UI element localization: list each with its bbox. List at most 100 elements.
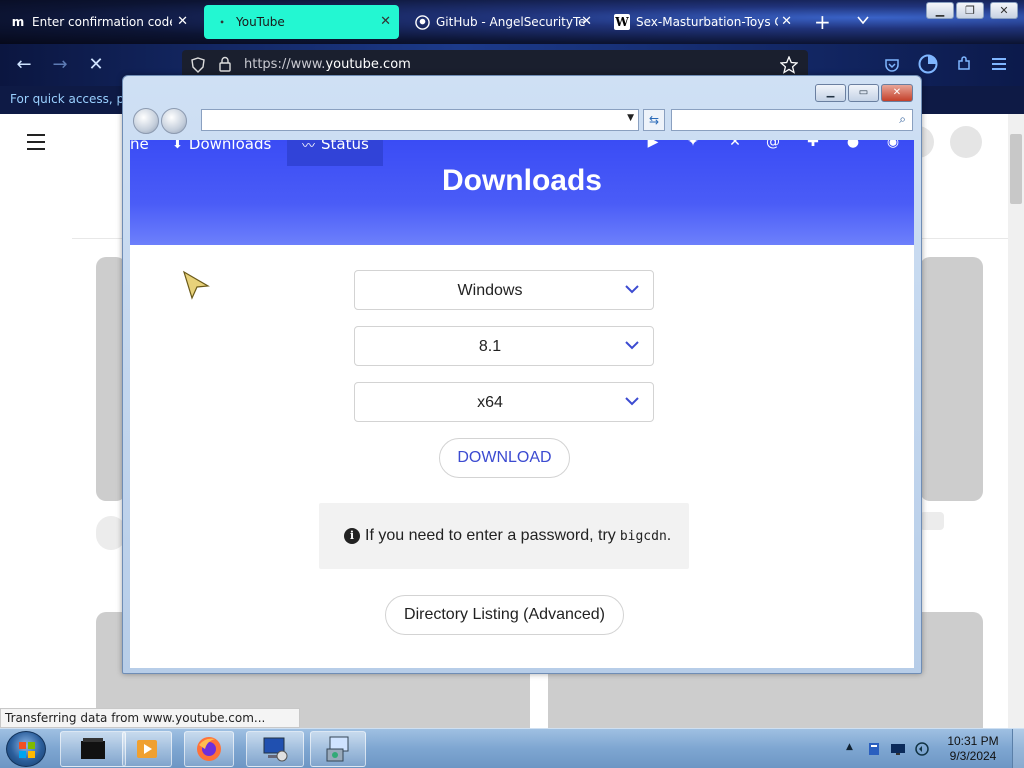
download-icon: ⬇ bbox=[172, 140, 183, 152]
avatar[interactable] bbox=[950, 126, 982, 158]
stop-loading-icon[interactable]: ✕ bbox=[85, 54, 107, 75]
wikipedia-icon: W bbox=[614, 14, 630, 30]
close-tab-icon[interactable]: ✕ bbox=[177, 14, 188, 29]
github-icon bbox=[414, 14, 430, 30]
directory-listing-button[interactable]: Directory Listing (Advanced) bbox=[385, 595, 624, 635]
version-select[interactable]: 8.1 bbox=[354, 326, 654, 366]
taskbar-installer[interactable] bbox=[310, 731, 366, 767]
popup-close-button[interactable]: ✕ bbox=[881, 84, 913, 102]
twitter-icon[interactable]: ✦ bbox=[684, 140, 702, 150]
downloads-header: ne ⬇ Downloads 〰 Status ▶ ✦ ✕ @ ✚ ● ◉ Do… bbox=[130, 140, 914, 245]
taskbar-media-player[interactable] bbox=[122, 731, 172, 767]
popup-window: ▁ ▭ ✕ ▼ ⇆ ⌕ ne ⬇ Downloads 〰 Status ▶ ✦ … bbox=[122, 75, 922, 674]
mastodon-icon[interactable]: ● bbox=[844, 140, 862, 150]
note-password: bigcdn bbox=[619, 528, 667, 544]
windows-logo-icon bbox=[19, 742, 35, 758]
network-monitor-icon bbox=[263, 737, 288, 762]
pocket-icon[interactable] bbox=[884, 57, 900, 73]
taskbar-network[interactable] bbox=[246, 731, 304, 767]
download-button[interactable]: DOWNLOAD bbox=[439, 438, 570, 478]
back-icon[interactable]: ← bbox=[13, 54, 35, 75]
menu-icon[interactable] bbox=[992, 57, 1008, 71]
m-logo-icon: m bbox=[11, 15, 25, 29]
url-text[interactable]: https://www.youtube.com bbox=[244, 57, 411, 72]
installer-icon bbox=[326, 736, 349, 762]
system-clock[interactable]: 10:31 PM 9/3/2024 bbox=[938, 734, 1008, 764]
search-icon[interactable]: ⌕ bbox=[899, 112, 906, 127]
page-scrollbar[interactable] bbox=[1008, 114, 1024, 728]
tab-wikipedia[interactable]: W Sex-Masturbation-Toys Co ✕ bbox=[604, 5, 800, 39]
note-end: . bbox=[666, 527, 672, 544]
popup-minimize-button[interactable]: ▁ bbox=[815, 84, 846, 102]
video-thumbnail-placeholder[interactable] bbox=[920, 257, 983, 501]
show-hidden-icons[interactable]: ▲ bbox=[846, 742, 853, 752]
version-select-value: 8.1 bbox=[478, 338, 502, 355]
tab-bar: m Enter confirmation code | M ✕ • YouTub… bbox=[0, 0, 1024, 44]
tab-confirmation[interactable]: m Enter confirmation code | M ✕ bbox=[0, 5, 196, 39]
list-tabs-icon[interactable] bbox=[856, 13, 870, 27]
popup-maximize-button[interactable]: ▭ bbox=[848, 84, 879, 102]
forward-globe-icon[interactable] bbox=[161, 108, 187, 134]
display-icon[interactable] bbox=[890, 741, 906, 757]
chevron-down-icon bbox=[625, 285, 639, 294]
discord-icon[interactable]: ◉ bbox=[884, 140, 902, 150]
puzzle-icon[interactable]: ✚ bbox=[804, 140, 822, 150]
close-tab-icon[interactable]: ✕ bbox=[380, 14, 391, 29]
start-button[interactable] bbox=[6, 731, 46, 767]
youtube-icon[interactable]: ▶ bbox=[644, 140, 662, 150]
os-select[interactable]: Windows bbox=[354, 270, 654, 310]
close-tab-icon[interactable]: ✕ bbox=[781, 14, 792, 29]
dropdown-arrow-icon[interactable]: ▼ bbox=[627, 113, 634, 123]
nav-downloads-label: Downloads bbox=[188, 140, 272, 153]
arch-select[interactable]: x64 bbox=[354, 382, 654, 422]
account-icon[interactable] bbox=[918, 54, 938, 74]
url-prefix: https://www. bbox=[244, 57, 326, 72]
chip-placeholder[interactable] bbox=[920, 512, 944, 530]
forward-icon[interactable]: → bbox=[49, 54, 71, 75]
scrollbar-thumb[interactable] bbox=[1010, 134, 1022, 204]
note-text: If you need to enter a password, try bbox=[365, 527, 616, 544]
tab-github[interactable]: GitHub - AngelSecurityTea ✕ bbox=[404, 5, 600, 39]
show-desktop-button[interactable] bbox=[1012, 729, 1024, 768]
threads-icon[interactable]: @ bbox=[764, 140, 782, 150]
refresh-icon[interactable]: ⇆ bbox=[643, 109, 665, 131]
close-window-button[interactable]: ✕ bbox=[990, 2, 1018, 19]
nav-status-label: Status bbox=[321, 140, 369, 153]
nav-downloads[interactable]: ⬇ Downloads bbox=[172, 140, 271, 154]
cursor-icon bbox=[182, 270, 210, 300]
close-tab-icon[interactable]: ✕ bbox=[581, 14, 592, 29]
tab-youtube[interactable]: • YouTube ✕ bbox=[204, 5, 399, 39]
taskbar-firefox[interactable] bbox=[184, 731, 234, 767]
clock-date: 9/3/2024 bbox=[949, 749, 997, 763]
tab-title: Sex-Masturbation-Toys Co bbox=[636, 15, 778, 29]
url-domain: youtube.com bbox=[325, 57, 411, 72]
star-icon[interactable] bbox=[780, 56, 798, 74]
popup-search-field[interactable]: ⌕ bbox=[671, 109, 913, 131]
popup-content: ne ⬇ Downloads 〰 Status ▶ ✦ ✕ @ ✚ ● ◉ Do… bbox=[130, 140, 914, 668]
nav-home[interactable]: ne bbox=[130, 140, 149, 154]
popup-address-field[interactable]: ▼ bbox=[201, 109, 639, 131]
nav-status[interactable]: 〰 Status bbox=[302, 140, 369, 154]
tab-title: GitHub - AngelSecurityTea bbox=[436, 15, 586, 29]
status-bar: Transferring data from www.youtube.com..… bbox=[0, 708, 300, 728]
volume-network-icon[interactable] bbox=[914, 741, 930, 757]
loading-dot-icon: • bbox=[219, 17, 225, 27]
taskbar-terminal[interactable] bbox=[60, 731, 126, 767]
chevron-down-icon bbox=[625, 341, 639, 350]
extensions-icon[interactable] bbox=[956, 56, 972, 72]
x-icon[interactable]: ✕ bbox=[726, 140, 744, 150]
tab-title: Enter confirmation code | M bbox=[32, 15, 172, 29]
taskbar: ▲ 10:31 PM 9/3/2024 bbox=[0, 728, 1024, 768]
minimize-button[interactable]: ▁ bbox=[926, 2, 954, 19]
lock-icon[interactable] bbox=[218, 56, 232, 73]
firefox-icon bbox=[197, 737, 221, 761]
shield-icon[interactable] bbox=[190, 57, 206, 73]
back-globe-icon[interactable] bbox=[133, 108, 159, 134]
os-select-value: Windows bbox=[457, 282, 523, 299]
action-center-icon[interactable] bbox=[866, 741, 882, 757]
page-title: Downloads bbox=[441, 164, 602, 197]
restore-button[interactable]: ❐ bbox=[956, 2, 984, 19]
new-tab-button[interactable]: + bbox=[814, 10, 831, 34]
hamburger-menu-icon[interactable] bbox=[27, 134, 45, 155]
chevron-down-icon bbox=[625, 397, 639, 406]
